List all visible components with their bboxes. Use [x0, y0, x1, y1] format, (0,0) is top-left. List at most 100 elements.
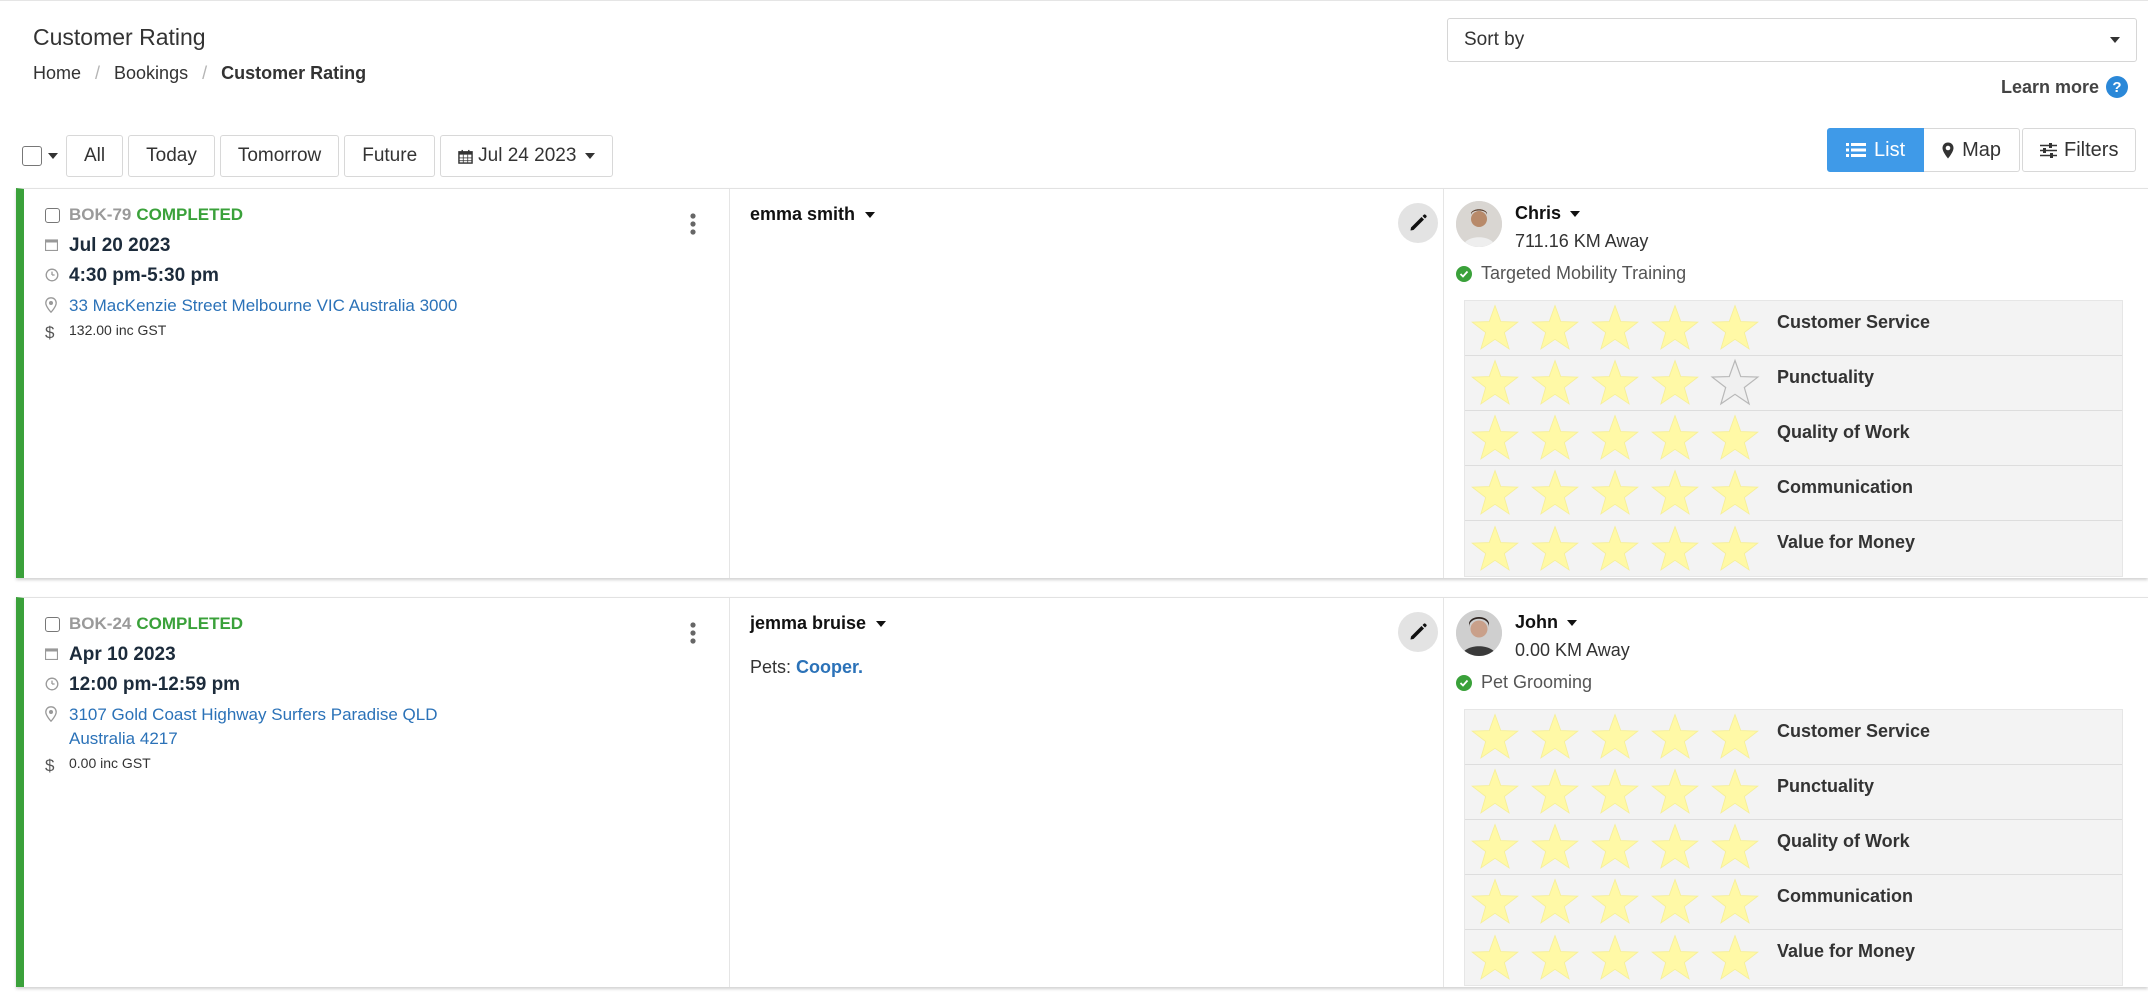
list-view-label: List: [1874, 138, 1906, 161]
kebab-menu-icon[interactable]: [690, 213, 696, 235]
star-icon[interactable]: [1529, 302, 1581, 354]
filter-all-button[interactable]: All: [66, 135, 124, 177]
star-icon[interactable]: [1589, 467, 1641, 519]
star-rating[interactable]: [1469, 412, 1779, 464]
star-icon[interactable]: [1529, 821, 1581, 873]
star-rating[interactable]: [1469, 876, 1779, 928]
booking-select-checkbox[interactable]: [45, 616, 60, 632]
sort-by-select[interactable]: Sort by: [1447, 18, 2137, 62]
star-icon[interactable]: [1709, 412, 1761, 464]
star-icon[interactable]: [1589, 932, 1641, 984]
star-icon[interactable]: [1589, 821, 1641, 873]
learn-more-label: Learn more: [2000, 76, 2099, 97]
star-icon[interactable]: [1469, 876, 1521, 928]
date-picker-button[interactable]: Jul 24 2023: [440, 135, 614, 177]
star-rating[interactable]: [1469, 932, 1779, 984]
edit-button[interactable]: [1398, 612, 1438, 652]
star-icon[interactable]: [1649, 302, 1701, 354]
filters-button[interactable]: Filters: [2022, 128, 2137, 172]
pet-name-link[interactable]: Cooper.: [796, 657, 863, 677]
filter-future-button[interactable]: Future: [344, 135, 436, 177]
rating-row: Quality of Work: [1465, 411, 2122, 466]
star-icon[interactable]: [1469, 766, 1521, 818]
star-icon[interactable]: [1589, 876, 1641, 928]
star-icon[interactable]: [1529, 357, 1581, 409]
star-icon[interactable]: [1469, 711, 1521, 763]
star-icon[interactable]: [1649, 357, 1701, 409]
star-icon[interactable]: [1529, 876, 1581, 928]
kebab-menu-icon[interactable]: [690, 622, 696, 644]
customer-name-dropdown[interactable]: jemma bruise: [750, 613, 887, 634]
star-rating[interactable]: [1469, 766, 1779, 818]
star-icon[interactable]: [1649, 412, 1701, 464]
star-icon[interactable]: [1529, 467, 1581, 519]
booking-select-checkbox[interactable]: [45, 207, 60, 223]
star-rating[interactable]: [1469, 821, 1779, 873]
booking-address-link[interactable]: 33 MacKenzie Street Melbourne VIC Austra…: [69, 294, 457, 318]
booking-time: 12:00 pm-12:59 pm: [69, 674, 241, 695]
star-icon[interactable]: [1529, 711, 1581, 763]
booking-id-line: BOK-24 COMPLETED: [45, 614, 243, 634]
select-all-checkbox[interactable]: [22, 146, 42, 166]
star-icon[interactable]: [1709, 711, 1761, 763]
star-icon[interactable]: [1529, 412, 1581, 464]
select-all-dropdown[interactable]: [22, 135, 66, 177]
star-icon[interactable]: [1649, 766, 1701, 818]
star-rating[interactable]: [1469, 523, 1779, 575]
provider-name-dropdown[interactable]: John: [1515, 612, 1630, 633]
star-icon[interactable]: [1649, 876, 1701, 928]
learn-more-link[interactable]: Learn more ?: [2001, 76, 2128, 98]
provider-name: Chris: [1515, 203, 1562, 223]
star-icon[interactable]: [1469, 821, 1521, 873]
star-icon[interactable]: [1589, 766, 1641, 818]
booking-date-line: Apr 10 2023: [45, 644, 176, 666]
star-icon[interactable]: [1589, 412, 1641, 464]
booking-address-link[interactable]: 3107 Gold Coast Highway Surfers Paradise…: [69, 703, 438, 751]
customer-name-dropdown[interactable]: emma smith: [750, 204, 876, 225]
star-icon[interactable]: [1709, 932, 1761, 984]
star-icon[interactable]: [1649, 711, 1701, 763]
star-rating[interactable]: [1469, 467, 1779, 519]
star-icon[interactable]: [1709, 467, 1761, 519]
filter-today-button[interactable]: Today: [128, 135, 215, 177]
rating-label: Communication: [1777, 477, 1914, 497]
service-name: Pet Grooming: [1481, 672, 1593, 692]
booking-id[interactable]: BOK-79: [69, 205, 131, 225]
star-icon[interactable]: [1649, 932, 1701, 984]
star-icon[interactable]: [1469, 467, 1521, 519]
star-icon[interactable]: [1469, 932, 1521, 984]
caret-down-icon[interactable]: [48, 153, 58, 159]
map-view-button[interactable]: Map: [1924, 128, 2021, 172]
filter-tomorrow-button[interactable]: Tomorrow: [219, 135, 340, 177]
breadcrumb-home[interactable]: Home: [33, 63, 81, 84]
star-icon[interactable]: [1589, 357, 1641, 409]
star-icon[interactable]: [1529, 932, 1581, 984]
edit-button[interactable]: [1398, 203, 1438, 243]
star-icon[interactable]: [1649, 821, 1701, 873]
star-icon[interactable]: [1709, 302, 1761, 354]
star-rating[interactable]: [1469, 357, 1779, 409]
provider-name-dropdown[interactable]: Chris: [1515, 203, 1648, 224]
star-icon[interactable]: [1649, 523, 1701, 575]
star-icon[interactable]: [1709, 821, 1761, 873]
star-icon[interactable]: [1589, 711, 1641, 763]
list-view-button[interactable]: List: [1827, 128, 1925, 172]
star-icon[interactable]: [1649, 467, 1701, 519]
star-icon[interactable]: [1709, 523, 1761, 575]
star-icon[interactable]: [1469, 302, 1521, 354]
star-icon[interactable]: [1469, 357, 1521, 409]
star-icon[interactable]: [1709, 876, 1761, 928]
star-icon[interactable]: [1469, 523, 1521, 575]
star-rating[interactable]: [1469, 711, 1779, 763]
provider-info: Chris 711.16 KM Away: [1456, 201, 1648, 252]
star-icon[interactable]: [1589, 302, 1641, 354]
star-icon[interactable]: [1529, 766, 1581, 818]
star-icon[interactable]: [1589, 523, 1641, 575]
star-icon[interactable]: [1709, 766, 1761, 818]
star-rating[interactable]: [1469, 302, 1779, 354]
star-empty-icon[interactable]: [1709, 357, 1761, 409]
star-icon[interactable]: [1529, 523, 1581, 575]
star-icon[interactable]: [1469, 412, 1521, 464]
breadcrumb-bookings[interactable]: Bookings: [114, 63, 188, 84]
booking-id[interactable]: BOK-24: [69, 614, 131, 634]
